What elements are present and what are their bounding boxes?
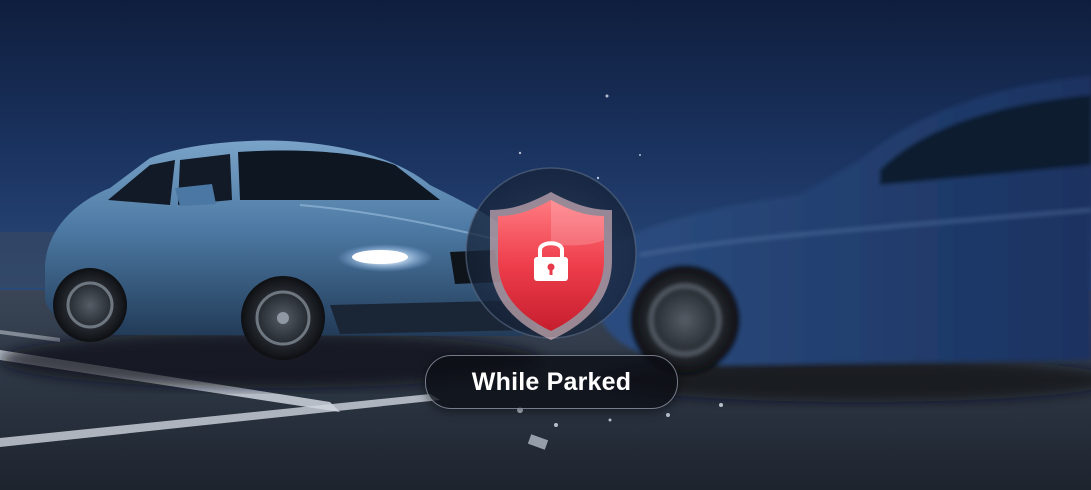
scene: While Parked (0, 0, 1091, 490)
shield-lock-icon (465, 167, 637, 340)
while-parked-badge: While Parked (425, 355, 678, 409)
parking-scene-illustration (0, 0, 1091, 490)
badge-label: While Parked (471, 367, 632, 396)
